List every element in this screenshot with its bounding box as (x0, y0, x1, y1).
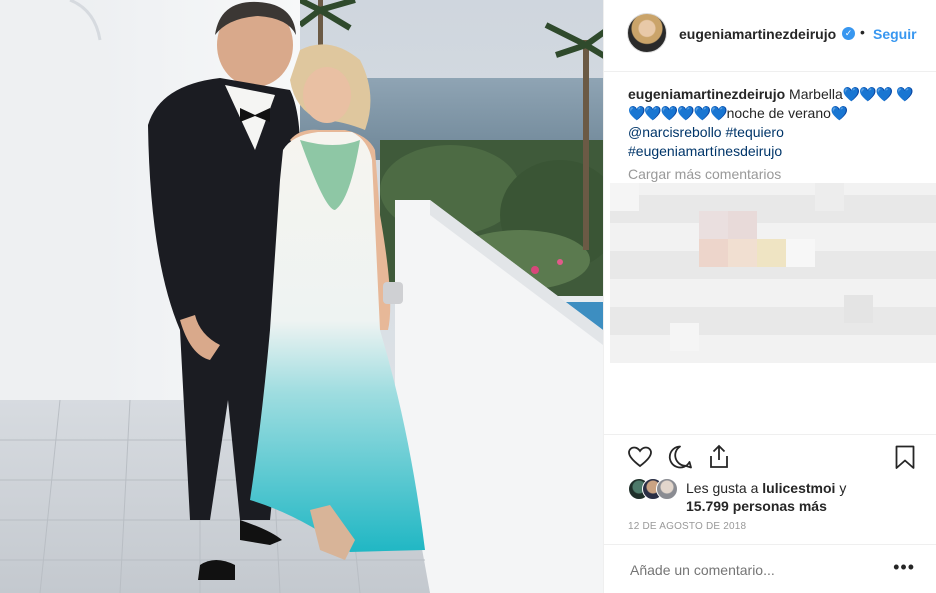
post-photo[interactable] (0, 0, 603, 593)
blurred-comments-area (610, 183, 936, 363)
post-date[interactable]: 12 DE AGOSTO DE 2018 (628, 521, 746, 532)
liked-by-user-link[interactable]: lulicestmoi (762, 480, 835, 496)
blur-pixel (728, 239, 757, 267)
load-more-comments-button[interactable]: Cargar más comentarios (628, 166, 781, 182)
blur-pixel (815, 183, 844, 211)
profile-avatar[interactable] (627, 13, 667, 53)
likes-summary: Les gusta a lulicestmoi y 15.799 persona… (686, 479, 926, 515)
add-comment-bar: ••• (604, 544, 936, 593)
blue-heart-emoji-3: 💙 (830, 105, 848, 121)
post-header: eugeniamartinezdeirujo ✓ • Seguir (604, 0, 936, 72)
more-options-icon[interactable]: ••• (893, 557, 915, 578)
heart-icon[interactable] (626, 443, 654, 471)
caption-mention-link[interactable]: @narcisrebollo (628, 124, 722, 140)
caption-hashtag-link-2[interactable]: #eugeniamartínesdeirujo (628, 143, 782, 159)
comment-icon[interactable] (666, 443, 694, 471)
header-separator: • (860, 24, 865, 40)
verified-badge-icon: ✓ (842, 27, 855, 40)
post-caption: eugeniamartinezdeirujo Marbella💙💙💙 💙💙💙💙💙… (628, 85, 918, 161)
post-side-panel: eugeniamartinezdeirujo ✓ • Seguir eugeni… (603, 0, 936, 593)
bookmark-icon[interactable] (891, 443, 919, 471)
post-actions-bar (604, 434, 936, 474)
blur-pixel (699, 211, 728, 239)
caption-username[interactable]: eugeniamartinezdeirujo (628, 86, 785, 102)
liked-by-avatars (628, 478, 680, 500)
header-username[interactable]: eugeniamartinezdeirujo (679, 26, 836, 42)
blur-pixel (670, 323, 699, 351)
blue-hearts-emoji-1: 💙💙💙 (842, 86, 893, 102)
blur-pixel (728, 211, 757, 239)
likes-connector: y (839, 480, 847, 496)
blur-pixel (844, 295, 873, 323)
blur-pixel (610, 183, 639, 211)
comment-input[interactable] (628, 561, 892, 579)
likes-count-link[interactable]: 15.799 personas más (686, 498, 827, 514)
follow-button[interactable]: Seguir (873, 26, 917, 42)
blur-pixel (699, 239, 728, 267)
likes-prefix: Les gusta a (686, 480, 759, 496)
share-icon[interactable] (705, 443, 733, 471)
photo-illustration (0, 0, 603, 593)
blur-pixel (786, 239, 815, 267)
caption-text-place: Marbella (789, 86, 843, 102)
caption-hashtag-link-1[interactable]: #tequiero (725, 124, 783, 140)
blur-pixel (757, 239, 786, 267)
liker-avatar[interactable] (656, 478, 678, 500)
caption-text-night: noche de verano (726, 105, 831, 121)
